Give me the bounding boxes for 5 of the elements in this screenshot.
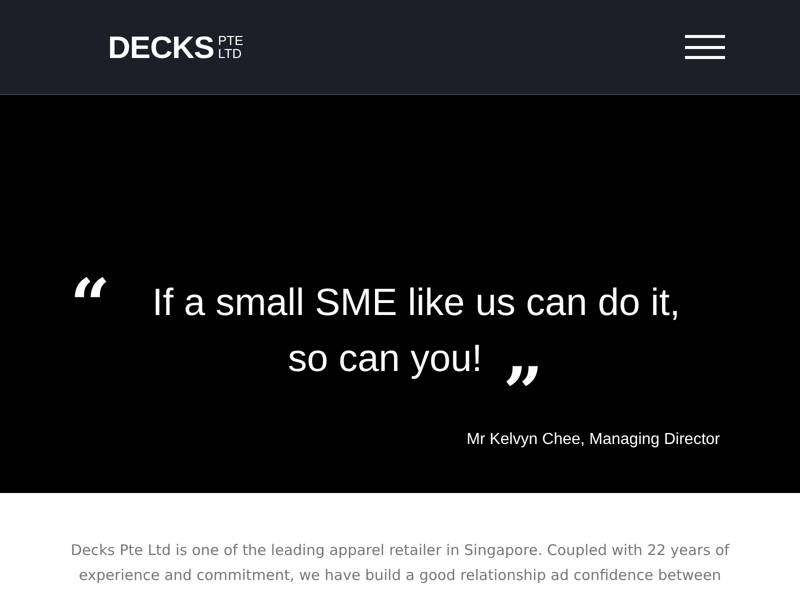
quote-text: so can you! [288,338,482,380]
quote-attribution: Mr Kelvyn Chee, Managing Director [466,431,720,449]
menu-icon[interactable] [685,35,725,59]
open-quote-mark: “ [70,275,110,335]
intro-paragraph: Decks Pte Ltd is one of the leading apparel retailer in Singapore. Coupled with 22 years of experience and commitment, we have build a good relationship ad confidence between [70,541,730,586]
